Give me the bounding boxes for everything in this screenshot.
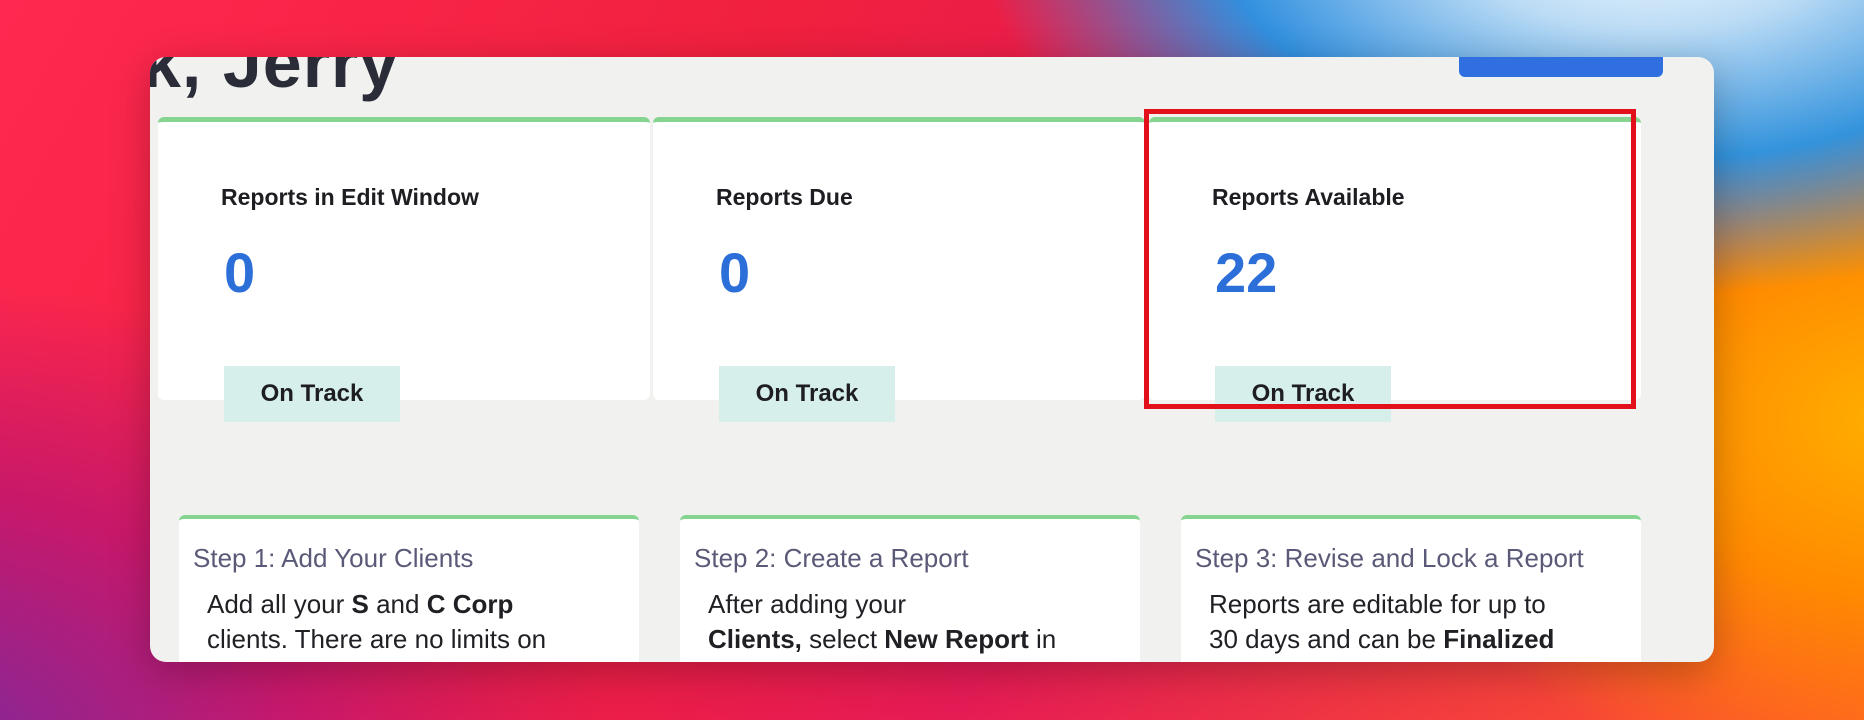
stat-card-reports-available[interactable]: Reports Available 22 On Track — [1149, 117, 1641, 422]
step-card-add-clients: Step 1: Add Your Clients Add all your S … — [179, 515, 639, 662]
status-badge: On Track — [1215, 366, 1391, 422]
step-card-revise-lock: Step 3: Revise and Lock a Report Reports… — [1181, 515, 1641, 662]
stat-card-edit-window[interactable]: Reports in Edit Window 0 On Track — [158, 117, 650, 422]
step-body: After adding your Clients, select New Rep… — [708, 589, 1057, 654]
step-title: Step 2: Create a Report — [694, 543, 969, 573]
stat-title: Reports in Edit Window — [221, 184, 479, 210]
stat-card-reports-due[interactable]: Reports Due 0 On Track — [653, 117, 1145, 422]
greeting-heading: k, Jerry — [150, 57, 400, 102]
step-card-create-report: Step 2: Create a Report After adding you… — [680, 515, 1140, 662]
primary-action-button[interactable] — [1459, 57, 1663, 77]
step-title: Step 1: Add Your Clients — [193, 543, 474, 573]
stat-value: 0 — [224, 241, 256, 304]
step-body: Reports are editable for up to 30 days an… — [1209, 589, 1555, 654]
stat-value: 0 — [719, 241, 751, 304]
stat-value: 22 — [1215, 241, 1278, 304]
app-window: k, Jerry Reports in Edit Window 0 On Tra… — [150, 57, 1714, 662]
step-body: Add all your S and C Corp clients. There … — [207, 589, 547, 654]
step-title: Step 3: Revise and Lock a Report — [1195, 543, 1584, 573]
status-badge: On Track — [719, 366, 895, 422]
stat-title: Reports Available — [1212, 184, 1405, 210]
stat-title: Reports Due — [716, 184, 853, 210]
status-badge: On Track — [224, 366, 400, 422]
